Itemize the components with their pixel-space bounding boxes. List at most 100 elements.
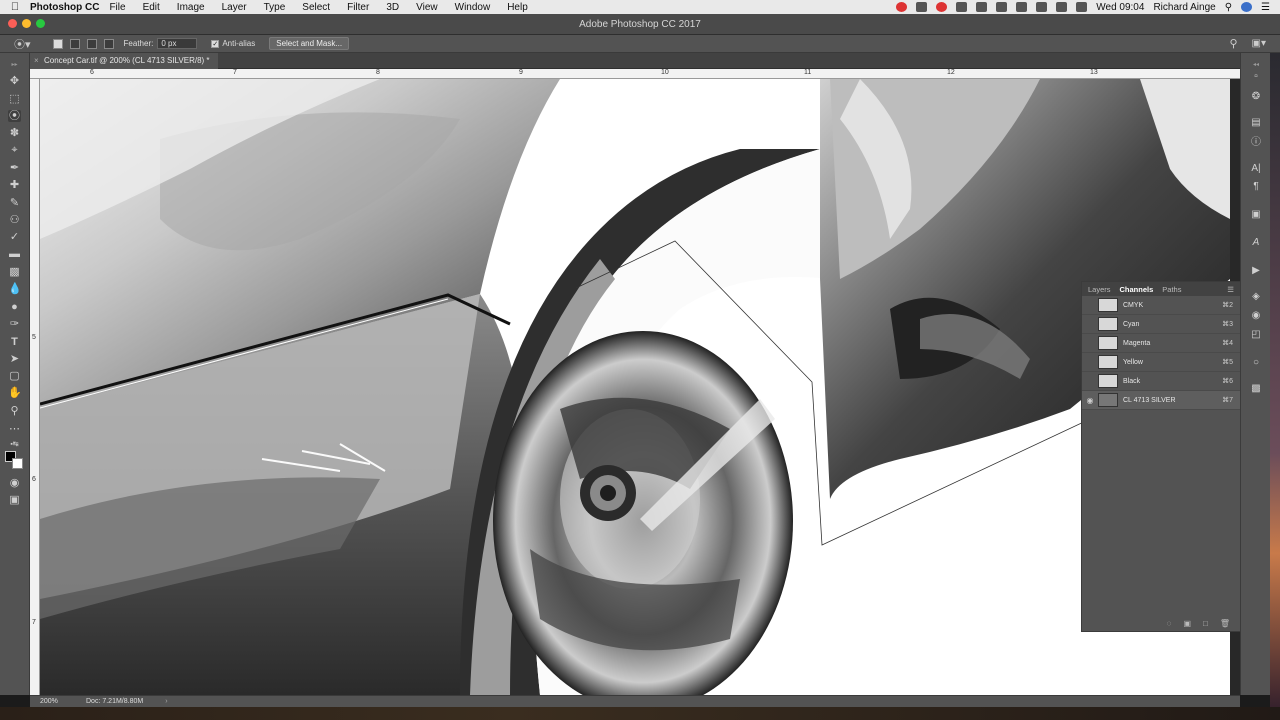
channel-row[interactable]: Magenta ⌘4 [1082, 334, 1240, 353]
quick-selection-tool-icon[interactable]: ✽ [8, 127, 21, 139]
histogram-icon[interactable]: ▫ [1250, 71, 1262, 83]
canvas-area[interactable]: 6 7 8 9 10 11 12 13 5 6 7 [30, 69, 1240, 695]
battery-icon[interactable] [1076, 2, 1088, 12]
paragraph-icon[interactable]: ¶ [1250, 181, 1262, 193]
trash-icon[interactable]: 🗑 [1220, 619, 1230, 628]
adjustments-icon[interactable]: ○ [1250, 357, 1262, 369]
lasso-preset-icon[interactable]: ⦿▾ [14, 36, 31, 52]
paths-icon[interactable]: ◰ [1250, 329, 1262, 341]
creative-cloud-icon[interactable] [916, 2, 928, 12]
marquee-tool-icon[interactable]: ⬚ [8, 93, 21, 105]
document-image[interactable] [40, 79, 1230, 695]
menu-3d[interactable]: 3D [386, 2, 399, 13]
blur-tool-icon[interactable]: 💧 [8, 283, 22, 295]
properties-icon[interactable]: ▤ [1250, 117, 1262, 129]
eyedropper-tool-icon[interactable]: ✒ [8, 162, 21, 174]
channel-row[interactable]: Cyan ⌘3 [1082, 315, 1240, 334]
menu-window[interactable]: Window [455, 2, 491, 13]
spotlight-icon[interactable]: ⚲ [1225, 2, 1232, 13]
styles-icon[interactable]: ▩ [1250, 383, 1262, 395]
close-document-icon[interactable]: × [34, 53, 39, 69]
zoom-level[interactable]: 200% [30, 698, 86, 705]
screen-mode-icon[interactable]: ▣ [8, 494, 21, 506]
healing-brush-tool-icon[interactable]: ✚ [8, 179, 21, 191]
select-and-mask-button[interactable]: Select and Mask... [269, 37, 350, 50]
dropbox-icon[interactable] [956, 2, 968, 12]
tab-paths[interactable]: Paths [1162, 285, 1181, 294]
hand-tool-icon[interactable]: ✋ [8, 387, 22, 399]
antialias-checkbox[interactable]: ✓ Anti-alias [211, 39, 255, 48]
info-icon[interactable]: ⓘ [1250, 137, 1262, 149]
load-selection-icon[interactable]: ◌ [1167, 619, 1172, 628]
gradient-tool-icon[interactable]: ▩ [8, 266, 21, 278]
record-icon[interactable] [896, 2, 908, 12]
layers-icon[interactable]: ◈ [1250, 291, 1262, 303]
search-icon[interactable]: ⚲ [1229, 37, 1237, 50]
minimize-window-button[interactable] [22, 19, 31, 28]
time-machine-icon[interactable] [976, 2, 988, 12]
siri-icon[interactable] [1241, 2, 1253, 12]
menu-layer[interactable]: Layer [222, 2, 247, 13]
document-tab[interactable]: × Concept Car.tif @ 200% (CL 4713 SILVER… [30, 53, 218, 69]
eraser-tool-icon[interactable]: ▬ [8, 248, 21, 260]
eye-icon[interactable]: ◉ [1082, 396, 1098, 405]
zoom-tool-icon[interactable]: ⚲ [8, 405, 21, 417]
default-colors-icon[interactable]: ▪↹ [8, 439, 21, 451]
new-channel-icon[interactable]: □ [1203, 619, 1208, 628]
clone-stamp-tool-icon[interactable]: ⚇ [8, 214, 21, 226]
type-tool-icon[interactable]: T [8, 336, 21, 348]
menu-help[interactable]: Help [507, 2, 528, 13]
background-color-swatch[interactable] [12, 458, 23, 469]
menu-filter[interactable]: Filter [347, 2, 369, 13]
intersect-selection-icon[interactable] [103, 38, 114, 49]
menu-type[interactable]: Type [264, 2, 286, 13]
volume-icon[interactable] [1056, 2, 1068, 12]
horizontal-ruler[interactable]: 6 7 8 9 10 11 12 13 [30, 69, 1240, 79]
vertical-ruler[interactable]: 5 6 7 [30, 79, 40, 695]
menu-edit[interactable]: Edit [143, 2, 160, 13]
quick-mask-icon[interactable]: ◉ [8, 477, 21, 489]
collapse-dock-icon[interactable]: ◂◂ [1250, 59, 1262, 71]
pen-tool-icon[interactable]: ✑ [8, 318, 21, 330]
status-menu-icon[interactable]: › [165, 698, 167, 705]
apple-icon[interactable]:  [0, 1, 30, 13]
add-to-selection-icon[interactable] [69, 38, 80, 49]
app-menu[interactable]: Photoshop CC [30, 2, 99, 13]
glyphs-icon[interactable]: A [1250, 237, 1262, 249]
path-selection-tool-icon[interactable]: ➤ [8, 353, 21, 365]
tab-channels[interactable]: Channels [1120, 285, 1154, 294]
collapse-tools-icon[interactable]: ▸▸ [8, 59, 21, 71]
channel-row[interactable]: CMYK ⌘2 [1082, 296, 1240, 315]
clock[interactable]: Wed 09:04 [1096, 2, 1144, 13]
move-tool-icon[interactable]: ✥ [8, 75, 21, 87]
menu-select[interactable]: Select [302, 2, 330, 13]
bluetooth-icon[interactable] [996, 2, 1008, 12]
channels-icon[interactable]: ◉ [1250, 310, 1262, 322]
character-icon[interactable]: A| [1250, 163, 1262, 175]
edit-toolbar-icon[interactable]: ⋯ [8, 423, 21, 435]
feather-field[interactable]: 0 px [157, 38, 198, 49]
menu-file[interactable]: File [109, 2, 125, 13]
new-selection-icon[interactable] [52, 38, 63, 49]
navigator-icon[interactable]: ❂ [1250, 91, 1262, 103]
airplay-icon[interactable] [1036, 2, 1048, 12]
subtract-selection-icon[interactable] [86, 38, 97, 49]
menu-view[interactable]: View [416, 2, 438, 13]
lasso-tool-icon[interactable]: ⦿ [8, 110, 21, 122]
channel-row[interactable]: Yellow ⌘5 [1082, 353, 1240, 372]
zoom-window-button[interactable] [36, 19, 45, 28]
channel-row[interactable]: ◉ CL 4713 SILVER ⌘7 [1082, 391, 1240, 410]
wifi-icon[interactable] [1016, 2, 1028, 12]
rectangle-tool-icon[interactable]: ▢ [8, 370, 21, 382]
crop-tool-icon[interactable]: ⌖ [8, 144, 21, 156]
lastpass-icon[interactable] [936, 2, 948, 12]
actions-icon[interactable]: ▶ [1250, 265, 1262, 277]
channel-row[interactable]: Black ⌘6 [1082, 372, 1240, 391]
panel-menu-icon[interactable]: ☰ [1227, 285, 1234, 294]
tab-layers[interactable]: Layers [1088, 285, 1111, 294]
brush-tool-icon[interactable]: ✎ [8, 197, 21, 209]
menu-image[interactable]: Image [177, 2, 205, 13]
notification-center-icon[interactable]: ☰ [1261, 2, 1270, 13]
brush-settings-icon[interactable]: ▣ [1250, 209, 1262, 221]
user-name[interactable]: Richard Ainge [1153, 2, 1215, 13]
